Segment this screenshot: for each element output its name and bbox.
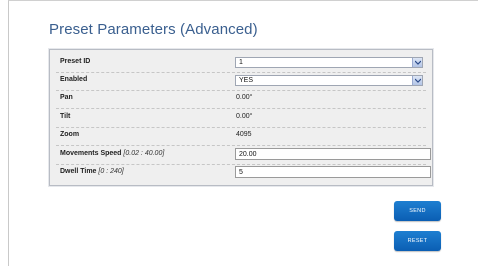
preset-parameters-panel: Preset ID 1 Enabled YES Pan 0.00° Tilt 0… [49,49,433,186]
row-tilt: Tilt 0.00° [56,109,426,128]
movements-speed-input[interactable]: 20.00 [235,148,431,160]
enabled-value: YES [239,77,254,84]
dwell-time-input[interactable]: 5 [235,166,431,178]
row-zoom: Zoom 4095 [56,127,426,146]
enabled-label: Enabled [60,76,88,83]
movements-speed-range: [0.02 : 40.00] [123,150,165,157]
enabled-select[interactable]: YES [235,75,423,86]
dwell-time-range: [0 : 240] [98,168,124,175]
page-title: Preset Parameters (Advanced) [49,21,258,38]
row-dwell-time: Dwell Time [0 : 240] 5 [56,164,431,183]
reset-button[interactable]: RESET [394,231,441,251]
row-movements-speed: Movements Speed [0.02 : 40.00] 20.00 [56,146,431,165]
chevron-down-icon[interactable] [412,58,422,67]
preset-id-label: Preset ID [60,58,91,65]
movements-speed-label-text: Movements Speed [60,150,122,157]
zoom-value: 4095 [236,131,252,138]
tilt-value: 0.00° [236,113,253,120]
send-button[interactable]: SEND [394,201,441,221]
preset-id-value: 1 [239,59,243,66]
dwell-time-label: Dwell Time [0 : 240] [60,168,124,175]
preset-id-select[interactable]: 1 [235,57,423,68]
tilt-label: Tilt [60,113,71,120]
zoom-label: Zoom [60,131,80,138]
pan-label: Pan [60,94,73,101]
row-preset-id: Preset ID 1 [56,54,426,73]
dwell-time-label-text: Dwell Time [60,168,97,175]
chevron-down-icon[interactable] [412,76,422,85]
pan-value: 0.00° [236,94,253,101]
movements-speed-label: Movements Speed [0.02 : 40.00] [60,150,164,157]
row-enabled: Enabled YES [56,72,426,91]
row-pan: Pan 0.00° [56,90,426,109]
